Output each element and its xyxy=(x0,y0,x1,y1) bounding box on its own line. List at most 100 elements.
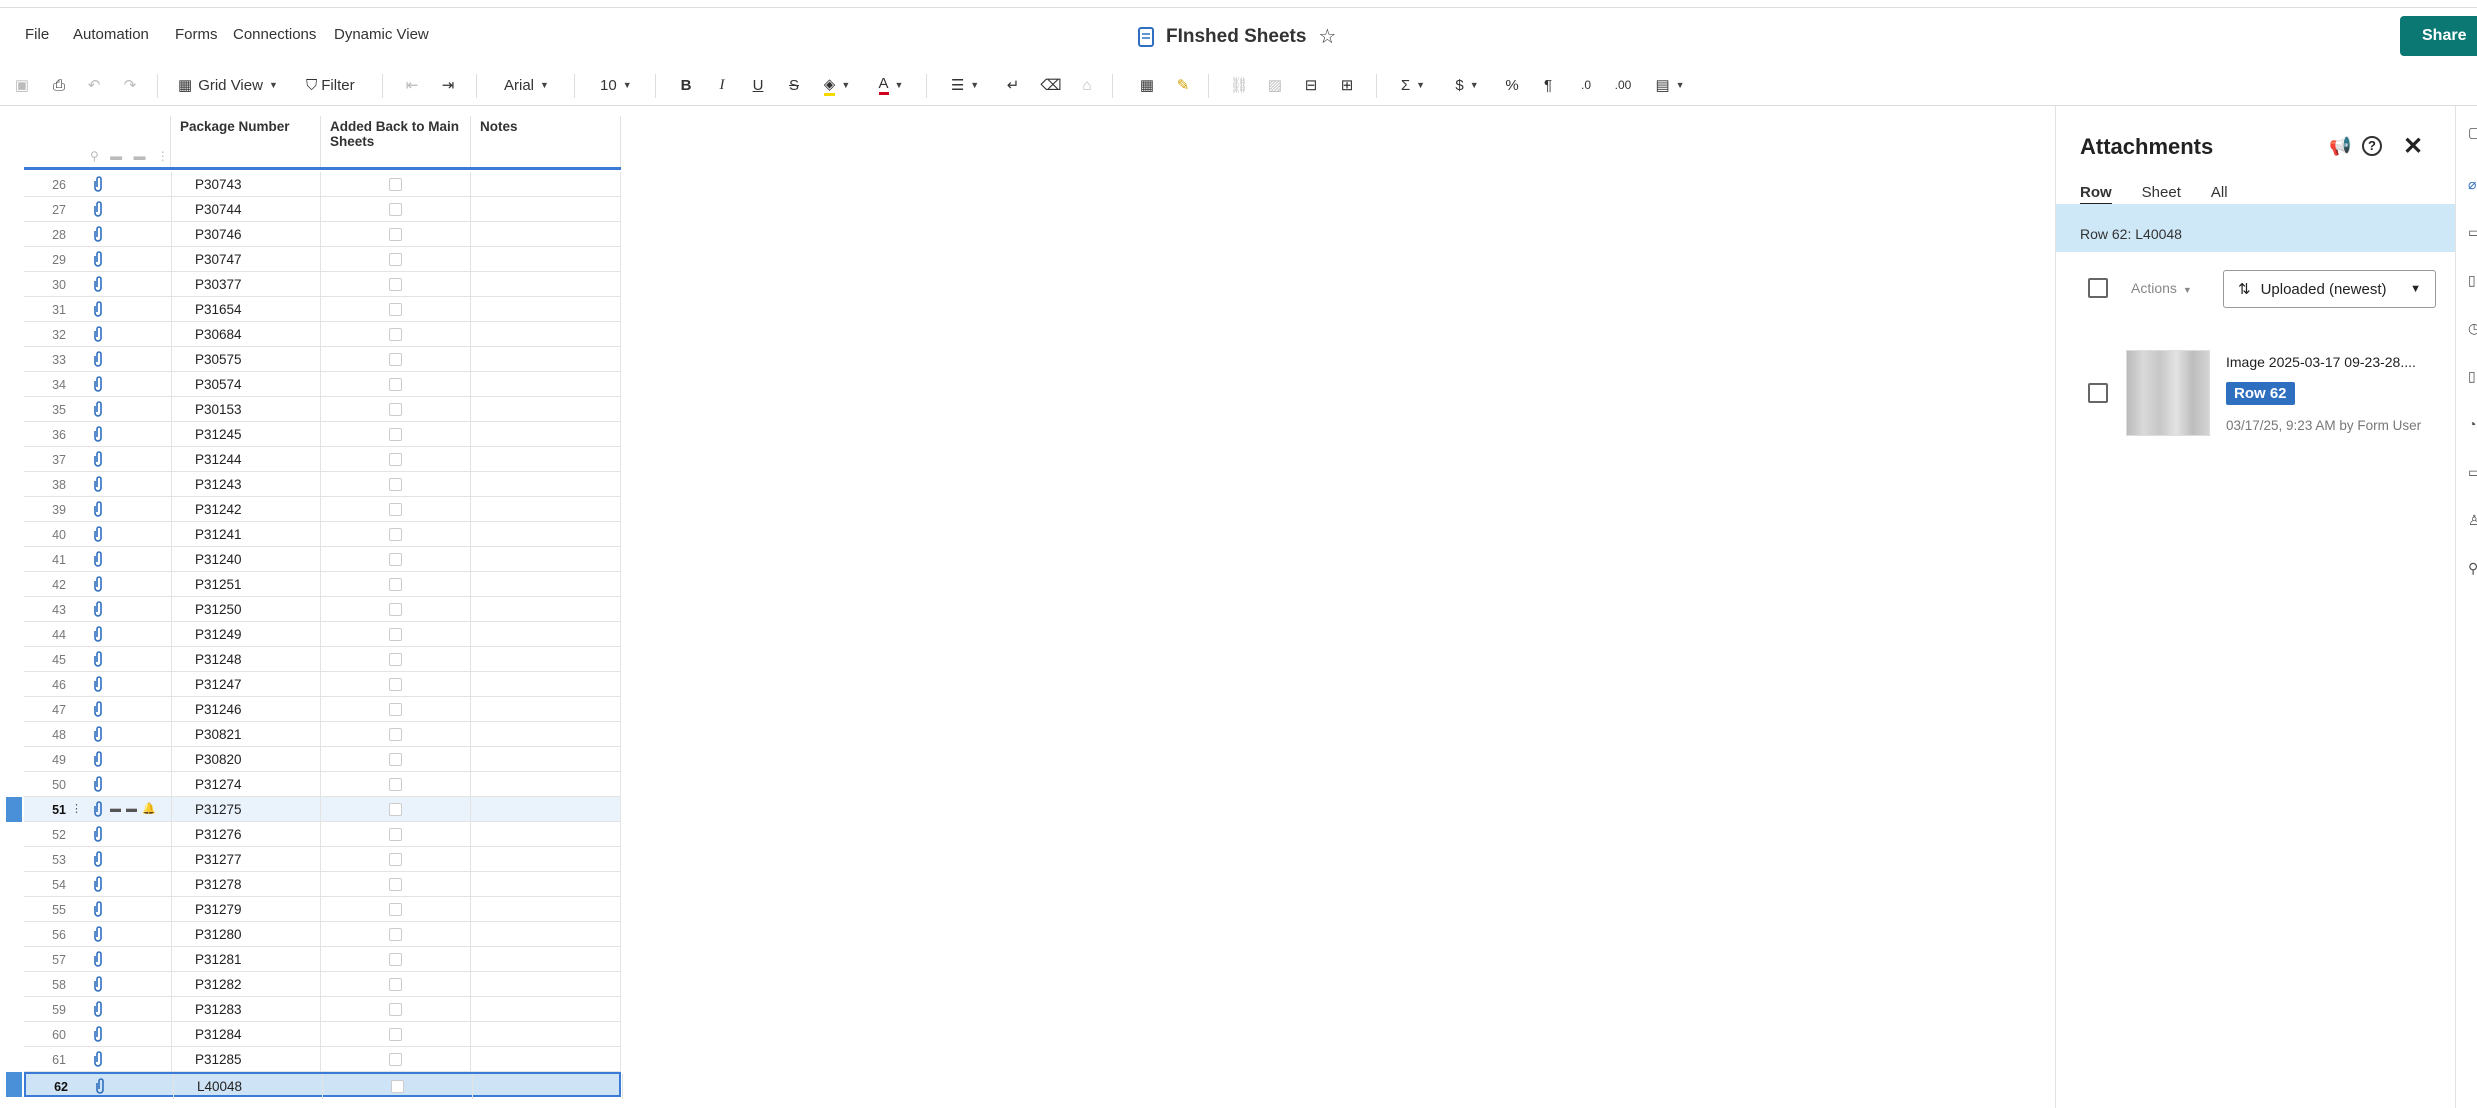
row-number[interactable]: 26 xyxy=(24,178,66,192)
attachment-clip-icon[interactable] xyxy=(91,250,105,268)
row-number[interactable]: 45 xyxy=(24,653,66,667)
row-number[interactable]: 41 xyxy=(24,553,66,567)
package-number-cell[interactable]: P31250 xyxy=(195,602,242,617)
row-number[interactable]: 58 xyxy=(24,978,66,992)
attachment-clip-icon[interactable] xyxy=(91,850,105,868)
indent-icon[interactable]: ⇥ xyxy=(438,72,458,98)
row-number[interactable]: 37 xyxy=(24,453,66,467)
attachment-clip-icon[interactable] xyxy=(91,200,105,218)
table-row[interactable]: 31 P31654 xyxy=(24,297,621,322)
attachment-clip-icon[interactable] xyxy=(91,325,105,343)
package-number-cell[interactable]: P31654 xyxy=(195,302,242,317)
table-row[interactable]: 42 P31251 xyxy=(24,572,621,597)
package-number-cell[interactable]: P31276 xyxy=(195,827,242,842)
row-number[interactable]: 31 xyxy=(24,303,66,317)
row-number[interactable]: 61 xyxy=(24,1053,66,1067)
row-number[interactable]: 56 xyxy=(24,928,66,942)
added-back-checkbox[interactable] xyxy=(389,678,402,691)
row-number[interactable]: 51 xyxy=(24,803,66,817)
added-back-checkbox[interactable] xyxy=(389,828,402,841)
row-number[interactable]: 34 xyxy=(24,378,66,392)
package-number-cell[interactable]: P31284 xyxy=(195,1027,242,1042)
font-dropdown[interactable]: Arial ▼ xyxy=(504,72,549,98)
actions-dropdown[interactable]: Actions ▼ xyxy=(2131,280,2192,296)
table-row[interactable]: 56 P31280 xyxy=(24,922,621,947)
added-back-checkbox[interactable] xyxy=(389,628,402,641)
format-painter-icon[interactable]: ⌂ xyxy=(1076,72,1098,98)
outdent-icon[interactable]: ⇤ xyxy=(402,72,422,98)
added-back-checkbox[interactable] xyxy=(389,228,402,241)
attachment-clip-icon[interactable] xyxy=(91,950,105,968)
table-row[interactable]: 50 P31274 xyxy=(24,772,621,797)
table-row[interactable]: 33 P30575 xyxy=(24,347,621,372)
align-button[interactable]: ☰ ▼ xyxy=(948,72,982,98)
added-back-checkbox[interactable] xyxy=(389,478,402,491)
added-back-checkbox[interactable] xyxy=(389,1053,402,1066)
row-number[interactable]: 46 xyxy=(24,678,66,692)
table-row[interactable]: 59 P31283 xyxy=(24,997,621,1022)
row-number[interactable]: 27 xyxy=(24,203,66,217)
package-number-cell[interactable]: P30820 xyxy=(195,752,242,767)
row-number[interactable]: 30 xyxy=(24,278,66,292)
package-number-cell[interactable]: P30746 xyxy=(195,227,242,242)
table-row[interactable]: 39 P31242 xyxy=(24,497,621,522)
package-number-cell[interactable]: P31240 xyxy=(195,552,242,567)
attachment-clip-icon[interactable] xyxy=(91,1025,105,1043)
table-row[interactable]: 48 P30821 xyxy=(24,722,621,747)
row-number[interactable]: 50 xyxy=(24,778,66,792)
select-all-checkbox[interactable] xyxy=(2088,278,2108,298)
image-icon[interactable]: ▨ xyxy=(1264,72,1286,98)
attachment-checkbox[interactable] xyxy=(2088,383,2108,403)
table-row[interactable]: 38 P31243 xyxy=(24,472,621,497)
underline-button[interactable]: U xyxy=(750,72,766,98)
attachment-clip-icon[interactable] xyxy=(91,825,105,843)
attachment-clip-icon[interactable] xyxy=(91,300,105,318)
attachment-clip-icon[interactable] xyxy=(91,625,105,643)
added-back-checkbox[interactable] xyxy=(389,928,402,941)
row-number[interactable]: 55 xyxy=(24,903,66,917)
megaphone-icon[interactable]: 📢 xyxy=(2329,136,2351,157)
save-icon[interactable]: ▣ xyxy=(12,72,32,98)
table-row[interactable]: 43 P31250 xyxy=(24,597,621,622)
package-number-cell[interactable]: P30747 xyxy=(195,252,242,267)
row-number[interactable]: 35 xyxy=(24,403,66,417)
attachment-clip-icon[interactable] xyxy=(91,425,105,443)
link-icon[interactable]: ⛓ xyxy=(1228,72,1250,98)
package-number-cell[interactable]: P30684 xyxy=(195,327,242,342)
added-back-checkbox[interactable] xyxy=(389,178,402,191)
row-number[interactable]: 57 xyxy=(24,953,66,967)
added-back-checkbox[interactable] xyxy=(389,378,402,391)
row-number[interactable]: 52 xyxy=(24,828,66,842)
table-row[interactable]: 35 P30153 xyxy=(24,397,621,422)
attachment-clip-icon[interactable] xyxy=(91,525,105,543)
increase-decimal-button[interactable]: .00 xyxy=(1608,72,1638,98)
briefcase-icon[interactable]: ▭ xyxy=(2468,224,2477,241)
package-number-cell[interactable]: L40048 xyxy=(197,1079,242,1094)
attachment-clip-icon[interactable] xyxy=(91,675,105,693)
package-number-cell[interactable]: P31245 xyxy=(195,427,242,442)
table-row[interactable]: 46 P31247 xyxy=(24,672,621,697)
row-number[interactable]: 39 xyxy=(24,503,66,517)
package-number-cell[interactable]: P30743 xyxy=(195,177,242,192)
added-back-checkbox[interactable] xyxy=(389,978,402,991)
card-icon[interactable]: ⊞ xyxy=(1336,72,1358,98)
package-number-cell[interactable]: P31248 xyxy=(195,652,242,667)
table-row[interactable]: 53 P31277 xyxy=(24,847,621,872)
added-back-checkbox[interactable] xyxy=(389,728,402,741)
added-back-checkbox[interactable] xyxy=(389,203,402,216)
table-row[interactable]: 52 P31276 xyxy=(24,822,621,847)
attachment-clip-icon[interactable] xyxy=(91,175,105,193)
table-row[interactable]: 62 L40048 xyxy=(24,1072,623,1099)
attachment-clip-icon[interactable] xyxy=(91,925,105,943)
row-number[interactable]: 28 xyxy=(24,228,66,242)
table-row[interactable]: 44 P31249 xyxy=(24,622,621,647)
column-header-notes[interactable]: Notes xyxy=(480,119,518,134)
package-number-cell[interactable]: P31278 xyxy=(195,877,242,892)
percent-button[interactable]: % xyxy=(1504,72,1520,98)
added-back-checkbox[interactable] xyxy=(389,703,402,716)
search-icon[interactable]: ⚲ xyxy=(2468,560,2477,577)
package-number-cell[interactable]: P31279 xyxy=(195,902,242,917)
filter-button[interactable]: ⛉ Filter xyxy=(306,72,355,98)
row-number[interactable]: 62 xyxy=(26,1080,68,1094)
added-back-checkbox[interactable] xyxy=(389,278,402,291)
